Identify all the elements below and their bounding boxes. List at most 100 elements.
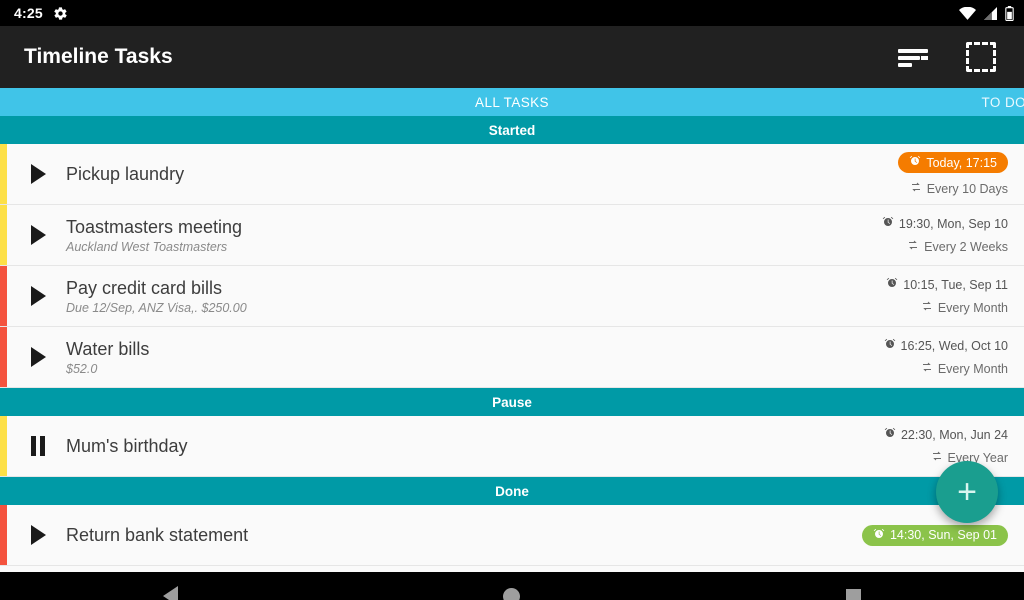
task-meta: 16:25, Wed, Oct 10 Every Month xyxy=(884,338,1024,376)
task-subtitle: Auckland West Toastmasters xyxy=(66,240,228,255)
status-bar-right xyxy=(959,5,1014,21)
table-row[interactable]: Water bills $52.0 16:25, Wed, Oct 10 Eve… xyxy=(0,327,1024,388)
task-text: Mum's birthday xyxy=(66,435,884,458)
table-row[interactable]: Toastmasters meeting Auckland West Toast… xyxy=(0,205,1024,266)
alarm-icon xyxy=(884,427,896,442)
due-info: 19:30, Mon, Sep 10 xyxy=(882,216,1008,231)
back-icon xyxy=(163,586,179,600)
task-state-play-button[interactable] xyxy=(10,286,66,306)
row-accent-bar xyxy=(0,416,7,476)
plus-icon: + xyxy=(957,473,977,511)
task-state-pause-button[interactable] xyxy=(10,436,66,456)
task-text: Pickup laundry xyxy=(66,163,898,186)
recents-button[interactable] xyxy=(793,572,913,600)
task-title: Pickup laundry xyxy=(66,163,185,184)
due-text: 10:15, Tue, Sep 11 xyxy=(903,277,1008,292)
play-icon xyxy=(30,164,46,184)
row-accent-bar xyxy=(0,266,7,326)
task-meta: 22:30, Mon, Jun 24 Every Year xyxy=(884,427,1024,465)
signal-icon xyxy=(983,6,998,20)
repeat-text: Every 2 Weeks xyxy=(924,239,1008,254)
task-text: Return bank statement xyxy=(66,524,862,547)
sort-button[interactable] xyxy=(892,36,934,78)
repeat-text: Every Month xyxy=(937,300,1008,315)
sort-icon xyxy=(898,47,928,67)
task-list[interactable]: Started Pickup laundry Today, 17:15 Ever… xyxy=(0,116,1024,572)
play-icon xyxy=(30,225,46,245)
multi-select-button[interactable] xyxy=(960,36,1002,78)
task-title: Water bills xyxy=(66,338,150,359)
repeat-icon xyxy=(921,361,933,376)
task-subtitle: $52.0 xyxy=(66,362,98,377)
alarm-icon xyxy=(882,216,894,231)
app-bar-actions xyxy=(892,36,1002,78)
tab-all-tasks[interactable]: ALL TASKS xyxy=(0,95,1024,110)
task-state-play-button[interactable] xyxy=(10,525,66,545)
status-bar: 4:25 xyxy=(0,0,1024,26)
task-state-play-button[interactable] xyxy=(10,164,66,184)
repeat-info: Every Month xyxy=(921,300,1008,315)
battery-icon xyxy=(1005,5,1014,21)
multi-select-icon xyxy=(966,42,996,72)
status-bar-left: 4:25 xyxy=(14,5,68,21)
due-text: 22:30, Mon, Jun 24 xyxy=(900,427,1008,442)
section-header-started: Started xyxy=(0,116,1024,144)
alarm-icon xyxy=(873,528,885,543)
home-button[interactable] xyxy=(452,572,572,600)
wifi-icon xyxy=(959,6,976,20)
task-meta: 19:30, Mon, Sep 10 Every 2 Weeks xyxy=(882,216,1024,254)
gear-icon xyxy=(53,6,68,21)
repeat-icon xyxy=(921,300,933,315)
task-subtitle: Due 12/Sep, ANZ Visa,. $250.00 xyxy=(66,301,247,316)
row-accent-bar xyxy=(0,327,7,387)
task-state-play-button[interactable] xyxy=(10,225,66,245)
table-row[interactable]: Mum's birthday 22:30, Mon, Jun 24 Every … xyxy=(0,416,1024,477)
task-title: Pay credit card bills xyxy=(66,277,223,298)
repeat-icon xyxy=(907,239,919,254)
tab-to-do[interactable]: TO DO xyxy=(981,95,1024,110)
app-bar: Timeline Tasks xyxy=(0,26,1024,88)
due-text: Today, 17:15 xyxy=(926,155,997,170)
table-row[interactable]: Return bank statement 14:30, Sun, Sep 01 xyxy=(0,505,1024,566)
due-text: 19:30, Mon, Sep 10 xyxy=(898,216,1008,231)
row-accent-bar xyxy=(0,205,7,265)
task-title: Toastmasters meeting xyxy=(66,216,243,237)
due-badge: 14:30, Sun, Sep 01 xyxy=(861,524,1008,546)
pause-icon xyxy=(31,436,45,456)
recents-icon xyxy=(845,588,861,600)
task-text: Pay credit card bills Due 12/Sep, ANZ Vi… xyxy=(66,277,886,316)
repeat-info: Every 10 Days xyxy=(910,181,1008,196)
row-accent-bar xyxy=(0,144,7,204)
due-info: 22:30, Mon, Jun 24 xyxy=(884,427,1008,442)
alarm-icon xyxy=(886,277,898,292)
table-row[interactable]: Pay credit card bills Due 12/Sep, ANZ Vi… xyxy=(0,266,1024,327)
play-icon xyxy=(30,286,46,306)
task-state-play-button[interactable] xyxy=(10,347,66,367)
repeat-info: Every 2 Weeks xyxy=(907,239,1008,254)
task-text: Water bills $52.0 xyxy=(66,338,884,377)
repeat-text: Every 10 Days xyxy=(926,181,1008,196)
page-title: Timeline Tasks xyxy=(24,45,173,68)
task-meta: Today, 17:15 Every 10 Days xyxy=(898,152,1024,196)
alarm-icon xyxy=(884,338,896,353)
repeat-icon xyxy=(931,450,943,465)
due-info: 16:25, Wed, Oct 10 xyxy=(884,338,1008,353)
repeat-icon xyxy=(910,181,922,196)
android-nav-bar xyxy=(0,572,1024,600)
status-clock: 4:25 xyxy=(14,5,43,21)
task-meta: 10:15, Tue, Sep 11 Every Month xyxy=(886,277,1024,315)
alarm-icon xyxy=(909,155,921,170)
section-header-pause: Pause xyxy=(0,388,1024,416)
due-text: 16:25, Wed, Oct 10 xyxy=(900,338,1008,353)
due-badge: Today, 17:15 xyxy=(898,152,1008,173)
back-button[interactable] xyxy=(111,572,231,600)
task-title: Mum's birthday xyxy=(66,435,188,456)
table-row[interactable]: Pickup laundry Today, 17:15 Every 10 Day… xyxy=(0,144,1024,205)
section-header-done: Done xyxy=(0,477,1024,505)
home-icon xyxy=(503,587,521,600)
due-text: 14:30, Sun, Sep 01 xyxy=(889,528,997,542)
play-icon xyxy=(30,347,46,367)
task-meta: 14:30, Sun, Sep 01 xyxy=(861,524,1024,546)
due-info: 10:15, Tue, Sep 11 xyxy=(886,277,1008,292)
add-task-fab[interactable]: + xyxy=(936,461,998,523)
